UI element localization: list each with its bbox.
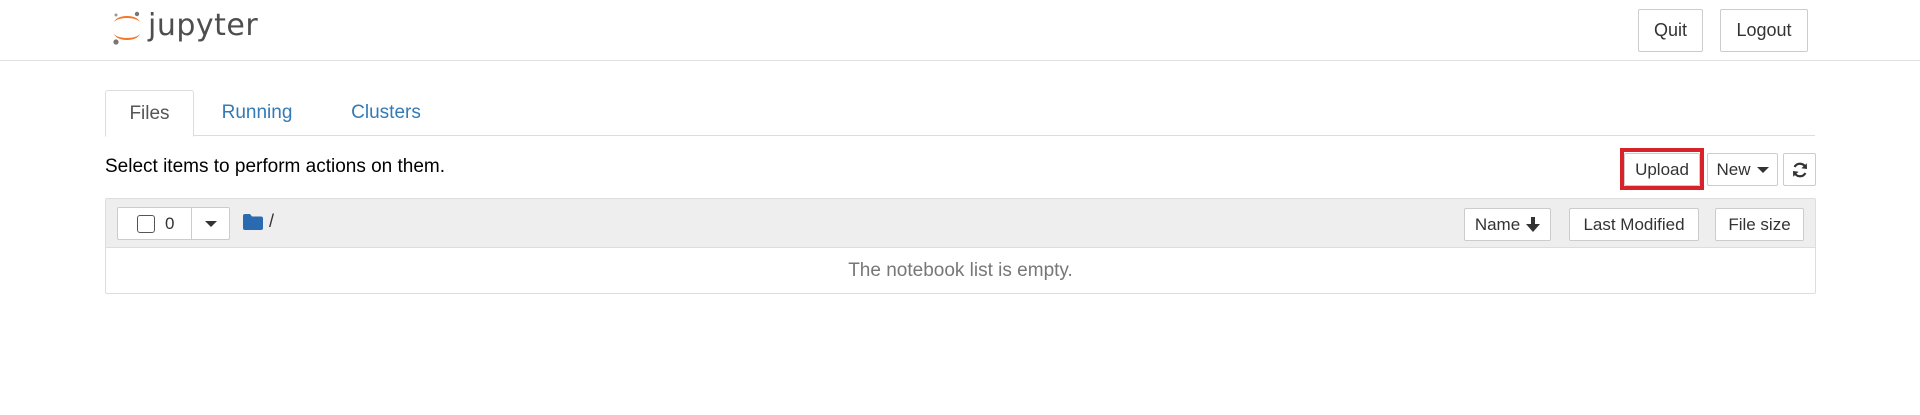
- breadcrumb: /: [243, 211, 274, 232]
- selection-hint: Select items to perform actions on them.: [105, 156, 446, 177]
- jupyter-logo[interactable]: jupyter: [110, 6, 258, 50]
- quit-button[interactable]: Quit: [1638, 9, 1703, 52]
- sort-by-name-button[interactable]: Name: [1464, 208, 1551, 241]
- upload-button[interactable]: Upload: [1624, 153, 1700, 186]
- refresh-button[interactable]: [1783, 153, 1816, 186]
- logo-text: jupyter: [148, 7, 259, 43]
- sort-name-label: Name: [1474, 214, 1521, 234]
- caret-down-icon: [1756, 166, 1769, 173]
- refresh-icon: [1792, 162, 1807, 177]
- tab-bar: Files Running Clusters: [105, 90, 1815, 137]
- sort-by-modified-button[interactable]: Last Modified: [1569, 208, 1699, 241]
- select-all-group: 0: [117, 207, 230, 240]
- select-all-checkbox[interactable]: [137, 214, 155, 233]
- select-all-control: 0: [118, 208, 192, 239]
- tab-running[interactable]: Running: [209, 90, 305, 136]
- tab-clusters[interactable]: Clusters: [331, 90, 441, 136]
- logout-button[interactable]: Logout: [1720, 9, 1808, 52]
- select-menu-dropdown[interactable]: [192, 208, 229, 239]
- new-dropdown-button[interactable]: New: [1707, 153, 1778, 186]
- breadcrumb-root[interactable]: /: [269, 211, 274, 232]
- arrow-down-icon: [1526, 217, 1541, 232]
- new-label: New: [1716, 159, 1751, 179]
- tab-files[interactable]: Files: [105, 90, 194, 137]
- selected-count: 0: [165, 213, 175, 233]
- jupyter-logo-icon: [113, 11, 140, 45]
- notebook-list-panel: 0 / Name Last Modified File size The not…: [105, 198, 1816, 294]
- empty-list-message: The notebook list is empty.: [848, 260, 1073, 281]
- header: jupyter Quit Logout: [0, 0, 1920, 61]
- caret-down-icon: [204, 220, 217, 227]
- sort-by-size-button[interactable]: File size: [1715, 208, 1804, 241]
- list-header: 0 / Name Last Modified File size: [106, 199, 1815, 248]
- folder-icon[interactable]: [243, 213, 263, 230]
